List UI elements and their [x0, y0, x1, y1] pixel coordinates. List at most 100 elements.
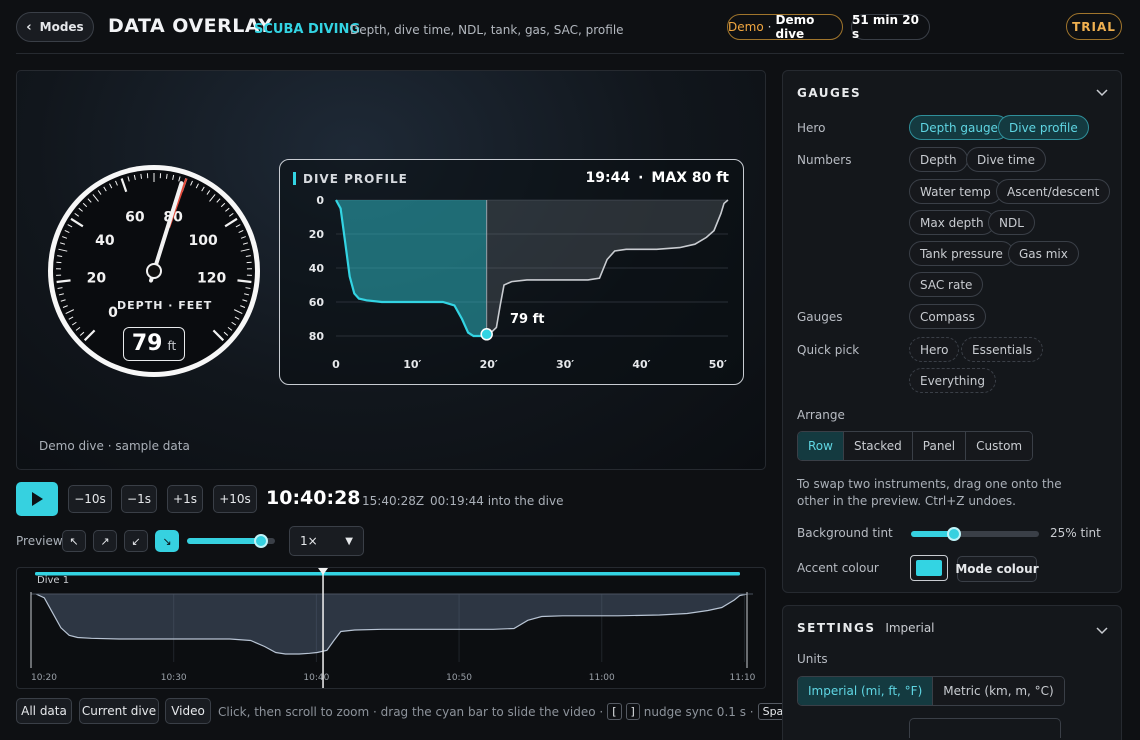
arrange-row[interactable]: Row	[798, 432, 844, 460]
corner-top-left-button[interactable]: ↖	[62, 530, 86, 552]
gauge-hub	[146, 263, 162, 279]
page-title: DATA OVERLAY	[108, 15, 273, 37]
back-1s-button[interactable]: −1s	[121, 485, 157, 513]
trial-badge[interactable]: TRIAL	[1066, 13, 1122, 40]
gauge-unit: ft	[167, 339, 177, 353]
quick-pick-everything[interactable]: Everything	[909, 368, 996, 393]
gauges-panel: GAUGES Hero Depth gauge Dive profile Num…	[782, 70, 1122, 593]
units-label: Units	[797, 652, 828, 666]
arrow-down-right-icon: ↘	[162, 534, 172, 548]
modes-back-label: Modes	[39, 20, 84, 34]
settings-title-text: SETTINGS	[797, 621, 876, 635]
preview-size-slider[interactable]	[187, 534, 277, 548]
number-water-temp-toggle[interactable]: Water temp	[909, 179, 1002, 204]
into-dive-time: 00:19:44 into the dive	[430, 494, 564, 508]
number-sac-rate-toggle[interactable]: SAC rate	[909, 272, 984, 297]
duration-badge: 51 min 20 s	[851, 13, 930, 41]
units-segmented[interactable]: Imperial (mi, ft, °F) Metric (km, m, °C)	[797, 676, 1065, 706]
key-bracket-left: [	[607, 703, 622, 720]
units-imperial[interactable]: Imperial (mi, ft, °F)	[798, 677, 934, 705]
arrange-custom[interactable]: Custom	[966, 432, 1033, 460]
settings-collapse-chevron-icon[interactable]	[1095, 623, 1109, 637]
video-button[interactable]: Video	[165, 698, 211, 724]
slider-thumb[interactable]	[254, 534, 268, 548]
corner-bottom-right-button[interactable]: ↘	[155, 530, 179, 552]
mode-name: SCUBA DIVING	[254, 22, 361, 37]
dive-profile-widget[interactable]: DIVE PROFILE 19:44 · MAX 80 ft 0 20 40 60 80…	[279, 159, 744, 385]
gauge-tick	[165, 173, 168, 179]
profile-chart[interactable]: 0 20 40 60 80 0 10′ 20′ 30′ 40′ 50′	[280, 160, 745, 386]
corner-top-right-button[interactable]: ↗	[93, 530, 117, 552]
timeline-tick-label: 11:00	[589, 673, 615, 683]
arrange-segmented[interactable]: Row Stacked Panel Custom	[797, 431, 1034, 461]
back-10s-button[interactable]: −10s	[68, 485, 112, 513]
arrow-up-right-icon: ↗	[100, 534, 110, 548]
background-tint-label: Background tint	[797, 526, 893, 540]
arrange-panel[interactable]: Panel	[912, 432, 967, 460]
numbers-label: Numbers	[797, 153, 852, 167]
preview-caption: Demo dive · sample data	[39, 439, 190, 453]
play-button[interactable]	[16, 482, 58, 516]
profile-cursor-dot	[480, 328, 493, 341]
profile-x-tick: 0	[332, 358, 340, 371]
speed-value: 1×	[300, 534, 318, 548]
forward-10s-button[interactable]: +10s	[213, 485, 257, 513]
number-dive-time-toggle[interactable]: Dive time	[966, 147, 1046, 172]
units-metric[interactable]: Metric (km, m, °C)	[933, 677, 1064, 705]
profile-x-tick: 30′	[556, 358, 574, 371]
profile-past-area	[336, 200, 487, 336]
tint-thumb[interactable]	[947, 527, 961, 541]
slider-fill	[187, 538, 261, 544]
gauge-readout: 79 ft	[123, 327, 185, 361]
header-divider	[16, 53, 1124, 54]
clock-time: 10:40:28	[266, 487, 361, 509]
gauge-tick-label: 60	[125, 209, 145, 225]
settings-title: SETTINGS Imperial	[797, 621, 935, 635]
hero-dive-profile-toggle[interactable]: Dive profile	[998, 115, 1089, 140]
profile-x-tick: 50′	[709, 358, 727, 371]
key-bracket-right: ]	[625, 703, 640, 720]
number-max-depth-toggle[interactable]: Max depth	[909, 210, 995, 235]
timeline-chart[interactable]: 10:20 10:30 10:40 10:50 11:00 11:10	[17, 568, 766, 689]
profile-y-tick: 0	[316, 194, 324, 207]
gauges-label: Gauges	[797, 310, 843, 324]
hero-depth-gauge-toggle[interactable]: Depth gauge	[909, 115, 1009, 140]
number-ndl-toggle[interactable]: NDL	[988, 210, 1035, 235]
demo-name: Demo dive	[775, 13, 815, 41]
timeline[interactable]: 10:20 10:30 10:40 10:50 11:00 11:10 Dive 1	[16, 567, 766, 689]
hint-part-b: nudge sync 0.1 s ·	[643, 704, 754, 719]
quick-pick-essentials[interactable]: Essentials	[961, 337, 1044, 362]
timeline-tick-label: 10:50	[446, 673, 472, 683]
modes-back-button[interactable]: ‹ Modes	[16, 12, 94, 42]
settings-next-control[interactable]	[909, 718, 1061, 738]
accent-colour-swatch[interactable]	[910, 555, 948, 581]
settings-panel: SETTINGS Imperial Units Imperial (mi, ft…	[782, 605, 1122, 740]
mode-colour-button[interactable]: Mode colour	[955, 556, 1039, 582]
timeline-dive-label: Dive 1	[37, 575, 70, 586]
number-ascent-descent-toggle[interactable]: Ascent/descent	[996, 179, 1111, 204]
speed-select[interactable]: 1× ▼	[289, 526, 364, 556]
profile-y-tick: 40	[309, 262, 325, 275]
background-tint-value: 25% tint	[1050, 526, 1101, 540]
gauge-compass-toggle[interactable]: Compass	[909, 304, 986, 329]
corner-bottom-left-button[interactable]: ↙	[124, 530, 148, 552]
demo-badge[interactable]: Demo · Demo dive	[727, 13, 843, 41]
background-tint-slider[interactable]	[911, 527, 1041, 541]
play-icon	[32, 492, 43, 506]
number-depth-toggle[interactable]: Depth	[909, 147, 968, 172]
all-data-button[interactable]: All data	[16, 698, 72, 724]
profile-y-tick: 60	[309, 296, 325, 309]
profile-x-tick: 40′	[632, 358, 650, 371]
chevron-down-icon: ▼	[345, 535, 353, 547]
timeline-hint: Click, then scroll to zoom · drag the cy…	[218, 703, 831, 720]
demo-tag: Demo	[728, 20, 764, 34]
quick-pick-hero[interactable]: Hero	[909, 337, 960, 362]
arrange-stacked[interactable]: Stacked	[843, 432, 913, 460]
forward-1s-button[interactable]: +1s	[167, 485, 203, 513]
number-gas-mix-toggle[interactable]: Gas mix	[1008, 241, 1079, 266]
number-tank-pressure-toggle[interactable]: Tank pressure	[909, 241, 1014, 266]
current-dive-button[interactable]: Current dive	[79, 698, 159, 724]
overlay-preview[interactable]: 020406080100120 DEPTH · FEET 79 ft DIVE …	[16, 70, 766, 470]
gauges-collapse-chevron-icon[interactable]	[1095, 85, 1109, 99]
hint-part-a: Click, then scroll to zoom · drag the cy…	[218, 704, 604, 719]
